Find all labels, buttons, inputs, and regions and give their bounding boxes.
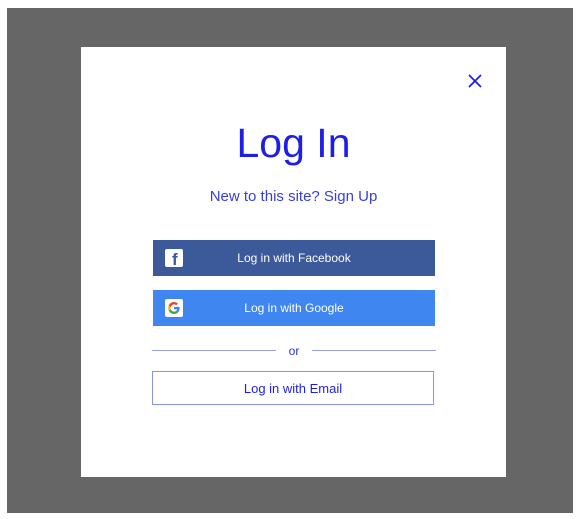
- login-dialog: Log In New to this site? Sign Up f Log i…: [81, 47, 506, 477]
- divider-line-right: [312, 350, 436, 351]
- or-label: or: [288, 344, 300, 358]
- google-login-button[interactable]: Log in with Google: [153, 290, 435, 326]
- signup-link[interactable]: Sign Up: [324, 188, 377, 205]
- page-title: Log In: [236, 120, 351, 166]
- close-icon: [468, 74, 482, 88]
- google-login-label: Log in with Google: [244, 301, 344, 315]
- signup-prompt: New to this site? Sign Up: [81, 187, 506, 207]
- email-login-button[interactable]: Log in with Email: [152, 371, 434, 405]
- facebook-login-button[interactable]: f Log in with Facebook: [153, 240, 435, 276]
- signup-prompt-text: New to this site?: [209, 188, 320, 205]
- close-button[interactable]: [464, 70, 486, 92]
- facebook-login-label: Log in with Facebook: [237, 251, 351, 265]
- or-divider: or: [152, 341, 436, 361]
